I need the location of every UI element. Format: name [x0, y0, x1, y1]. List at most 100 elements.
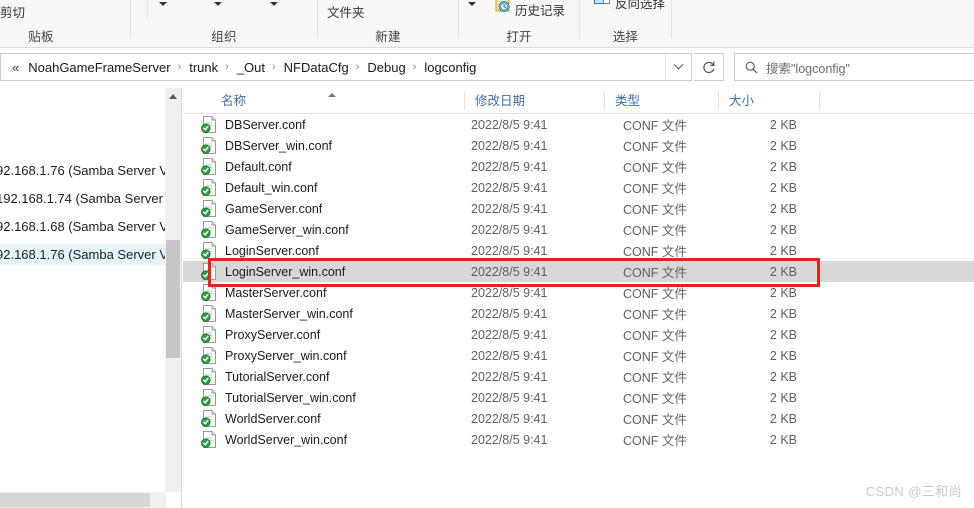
conf-file-icon: [201, 431, 216, 448]
table-row[interactable]: Default.conf 2022/8/5 9:41 CONF 文件 2 KB: [183, 156, 974, 177]
chevron-down-icon[interactable]: [468, 2, 476, 6]
chevron-down-icon[interactable]: [270, 2, 278, 6]
table-row[interactable]: ProxyServer_win.conf 2022/8/5 9:41 CONF 文件…: [183, 345, 974, 366]
chevron-down-icon[interactable]: [214, 2, 222, 6]
search-icon: [745, 61, 758, 73]
nav-item-0[interactable]: 92.168.1.76 (Samba Server Vers: [0, 160, 181, 181]
ribbon-separator-5: [671, 0, 672, 39]
refresh-icon: [702, 61, 715, 74]
file-size: 2 KB: [769, 390, 797, 405]
file-list-pane: 名称 修改日期 类型 大小 DBServer.conf 2022/8/5 9:41…: [183, 88, 974, 508]
conf-file-icon: [201, 326, 216, 343]
breadcrumb-item-5[interactable]: logconfig: [420, 57, 480, 78]
conf-file-icon: [201, 389, 216, 406]
nav-item-3[interactable]: 92.168.1.76 (Samba Server Vers: [0, 244, 181, 265]
search-input[interactable]: 搜索"logconfig": [766, 58, 850, 77]
file-date: 2022/8/5 9:41: [471, 327, 548, 342]
file-size: 2 KB: [769, 180, 797, 195]
table-row[interactable]: TutorialServer.conf 2022/8/5 9:41 CONF 文件 2…: [183, 366, 974, 387]
file-date: 2022/8/5 9:41: [471, 432, 548, 447]
file-explorer-window: 剪切 贴板 组织 文件夹 新建 历史记录 打开 反向选择 选择 « NoahGa…: [0, 0, 974, 508]
file-size: 2 KB: [769, 138, 797, 153]
breadcrumb: « NoahGameFrameServer › trunk › _Out › N…: [1, 54, 665, 80]
address-dropdown-button[interactable]: [665, 54, 691, 80]
table-row[interactable]: ProxyServer.conf 2022/8/5 9:41 CONF 文件 2 KB: [183, 324, 974, 345]
nav-horizontal-scrollbar[interactable]: [0, 492, 166, 508]
column-header-date[interactable]: 修改日期: [467, 88, 525, 114]
breadcrumb-item-2[interactable]: _Out: [233, 57, 269, 78]
column-header-size[interactable]: 大小: [721, 88, 754, 114]
invert-selection-icon: [594, 0, 610, 4]
table-row[interactable]: LoginServer.conf 2022/8/5 9:41 CONF 文件 2 KB: [183, 240, 974, 261]
column-header-name[interactable]: 名称: [213, 88, 246, 114]
conf-file-icon: [201, 200, 218, 217]
invert-selection-button[interactable]: 反向选择: [615, 0, 665, 12]
column-divider[interactable]: [718, 92, 719, 110]
column-divider[interactable]: [819, 92, 820, 110]
file-size: 2 KB: [769, 117, 797, 132]
nav-vertical-scrollbar[interactable]: [165, 88, 181, 492]
column-divider[interactable]: [604, 92, 605, 110]
table-row[interactable]: DBServer.conf 2022/8/5 9:41 CONF 文件 2 KB: [183, 114, 974, 135]
breadcrumb-separator: ›: [225, 61, 229, 73]
chevron-down-icon[interactable]: [159, 2, 167, 6]
new-folder-button[interactable]: 文件夹: [327, 2, 365, 21]
file-type: CONF 文件: [623, 245, 687, 259]
file-size: 2 KB: [769, 369, 797, 384]
conf-file-icon: [201, 179, 218, 196]
file-type: CONF 文件: [623, 119, 687, 133]
breadcrumb-overflow-icon[interactable]: «: [7, 60, 24, 75]
search-box[interactable]: 搜索"logconfig": [734, 53, 974, 81]
breadcrumb-item-0[interactable]: NoahGameFrameServer: [24, 57, 174, 78]
breadcrumb-separator: ›: [412, 61, 417, 73]
table-row[interactable]: MasterServer_win.conf 2022/8/5 9:41 CONF 文…: [183, 303, 974, 324]
file-name: GameServer.conf: [225, 201, 323, 216]
breadcrumb-item-4[interactable]: Debug: [363, 57, 409, 78]
file-size: 2 KB: [769, 264, 797, 279]
table-row[interactable]: TutorialServer_win.conf 2022/8/5 9:41 CONF…: [183, 387, 974, 408]
column-header-type[interactable]: 类型: [607, 88, 640, 114]
table-row[interactable]: LoginServer_win.conf 2022/8/5 9:41 CONF 文件…: [183, 261, 974, 282]
ribbon-group-label-select: 选择: [612, 30, 639, 44]
table-row[interactable]: MasterServer.conf 2022/8/5 9:41 CONF 文件 2 K…: [183, 282, 974, 303]
table-row[interactable]: GameServer.conf 2022/8/5 9:41 CONF 文件 2 KB: [183, 198, 974, 219]
table-row[interactable]: WorldServer_win.conf 2022/8/5 9:41 CONF 文件…: [183, 429, 974, 450]
conf-file-icon: [201, 284, 216, 301]
breadcrumb-item-3[interactable]: NFDataCfg: [280, 57, 353, 78]
column-header-row: 名称 修改日期 类型 大小: [183, 88, 974, 114]
conf-file-icon: [201, 410, 218, 427]
file-type: CONF 文件: [623, 329, 687, 343]
breadcrumb-separator: ›: [272, 61, 276, 73]
history-button[interactable]: 历史记录: [515, 0, 565, 19]
nav-horizontal-scroll-thumb[interactable]: [0, 493, 150, 507]
cut-button[interactable]: 剪切: [0, 2, 25, 21]
refresh-button[interactable]: [694, 53, 724, 81]
file-type: CONF 文件: [623, 350, 687, 364]
file-size: 2 KB: [769, 411, 797, 426]
breadcrumb-bar[interactable]: « NoahGameFrameServer › trunk › _Out › N…: [0, 53, 692, 81]
breadcrumb-item-1[interactable]: trunk: [185, 57, 222, 78]
file-name: ProxyServer_win.conf: [225, 348, 347, 363]
watermark: CSDN @三和尚: [865, 484, 962, 499]
file-date: 2022/8/5 9:41: [471, 222, 548, 237]
table-row[interactable]: GameServer_win.conf 2022/8/5 9:41 CONF 文件 2…: [183, 219, 974, 240]
conf-file-icon: [201, 221, 218, 238]
file-name: LoginServer.conf: [225, 243, 319, 258]
ribbon-group-clipboard: 剪切 贴板: [0, 0, 130, 47]
file-type: CONF 文件: [623, 308, 687, 322]
table-row[interactable]: WorldServer.conf 2022/8/5 9:41 CONF 文件 2 KB: [183, 408, 974, 429]
file-type: CONF 文件: [623, 203, 687, 217]
nav-vertical-scroll-thumb[interactable]: [166, 240, 180, 358]
file-size: 2 KB: [769, 159, 797, 174]
table-row[interactable]: Default_win.conf 2022/8/5 9:41 CONF 文件 2 KB: [183, 177, 974, 198]
ribbon-toolbar: 剪切 贴板 组织 文件夹 新建 历史记录 打开 反向选择 选择: [0, 0, 974, 48]
file-date: 2022/8/5 9:41: [471, 348, 548, 363]
file-date: 2022/8/5 9:41: [471, 180, 548, 195]
table-row[interactable]: DBServer_win.conf 2022/8/5 9:41 CONF 文件 2 K…: [183, 135, 974, 156]
file-date: 2022/8/5 9:41: [471, 390, 548, 405]
scroll-up-button[interactable]: [165, 88, 181, 105]
nav-item-2[interactable]: 92.168.1.68 (Samba Server Vers: [0, 216, 181, 237]
column-divider[interactable]: [464, 92, 465, 110]
conf-file-icon: [201, 284, 218, 301]
nav-item-1[interactable]: 192.168.1.74 (Samba Server Ver: [0, 188, 181, 209]
